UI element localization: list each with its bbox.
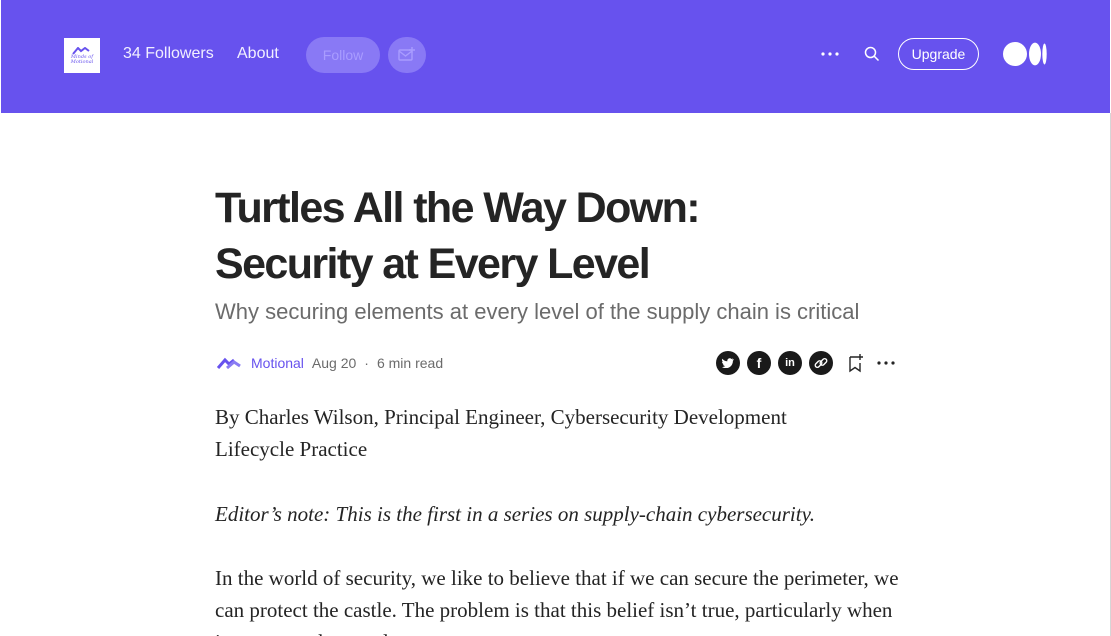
followers-link[interactable]: 34 Followers <box>123 45 214 63</box>
more-icon <box>821 52 839 56</box>
body-paragraph: In the world of security, we like to bel… <box>215 566 899 636</box>
share-linkedin-button[interactable]: in <box>778 351 802 375</box>
about-link[interactable]: About <box>237 45 279 63</box>
search-icon <box>864 46 880 62</box>
publish-date: Aug 20 <box>311 355 357 371</box>
motional-logo-icon <box>217 357 241 369</box>
medium-logo-icon[interactable] <box>1003 42 1047 66</box>
share-facebook-button[interactable]: f <box>747 351 771 375</box>
copy-link-icon <box>814 357 828 369</box>
byline-separator: · <box>364 355 369 371</box>
more-icon <box>877 361 895 365</box>
article-more-button[interactable] <box>875 352 897 374</box>
publication-logo-text: Minds of Motional <box>70 53 94 65</box>
author-avatar[interactable] <box>215 350 243 376</box>
copy-link-button[interactable] <box>809 351 833 375</box>
more-options-button[interactable] <box>819 44 841 64</box>
follow-button[interactable]: Follow <box>306 37 380 73</box>
publication-logo[interactable]: Minds of Motional <box>64 38 100 73</box>
mail-plus-icon <box>398 47 415 61</box>
article-subtitle: Why securing elements at every level of … <box>215 299 860 324</box>
search-button[interactable] <box>861 44 883 64</box>
bookmark-button[interactable] <box>845 351 867 375</box>
upgrade-button[interactable]: Upgrade <box>898 38 979 70</box>
subscribe-button[interactable] <box>388 37 426 73</box>
author-name-link[interactable]: Motional <box>251 355 304 371</box>
read-time: 6 min read <box>376 355 444 371</box>
facebook-icon: f <box>756 354 762 371</box>
bookmark-icon <box>849 354 863 373</box>
linkedin-icon: in <box>785 356 795 369</box>
author-credit-paragraph: By Charles Wilson, Principal Engineer, C… <box>215 405 787 461</box>
article-title: Turtles All the Way Down: Security at Ev… <box>215 184 701 288</box>
article-byline: Motional Aug 20 · 6 min read <box>215 350 443 376</box>
publication-header: Minds of Motional 34 Followers About Fol… <box>1 0 1110 113</box>
editors-note-paragraph: Editor’s note: This is the first in a se… <box>215 502 816 526</box>
share-twitter-button[interactable] <box>716 351 740 375</box>
twitter-icon <box>722 358 734 368</box>
